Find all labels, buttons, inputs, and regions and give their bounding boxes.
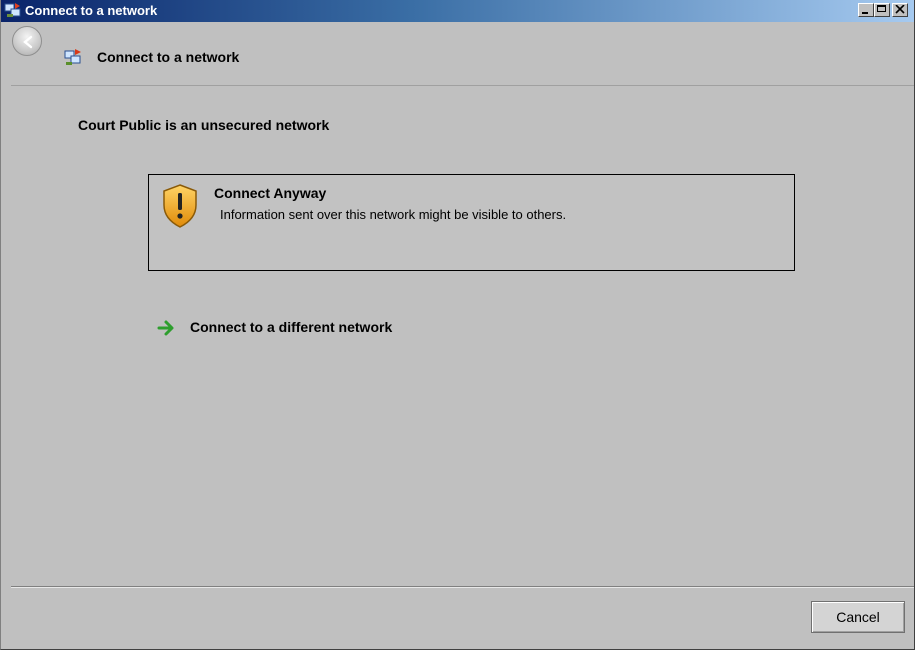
green-arrow-icon xyxy=(157,320,174,336)
maximize-button[interactable] xyxy=(874,3,890,17)
dialog-window: Connect to a network Connect to a networ… xyxy=(0,0,915,650)
title-bar[interactable]: Connect to a network xyxy=(1,0,914,22)
connect-different-network-link[interactable]: Connect to a different network xyxy=(190,319,392,335)
network-status-heading: Court Public is an unsecured network xyxy=(78,117,330,133)
connect-anyway-title[interactable]: Connect Anyway xyxy=(214,185,326,201)
warning-shield-icon xyxy=(163,184,197,228)
close-icon xyxy=(895,5,905,14)
header-divider xyxy=(11,85,914,86)
page-title: Connect to a network xyxy=(97,49,240,65)
footer-divider-highlight xyxy=(11,587,914,588)
minimize-button[interactable] xyxy=(858,3,874,17)
connect-anyway-description: Information sent over this network might… xyxy=(220,207,567,222)
window-title: Connect to a network xyxy=(25,3,158,18)
back-arrow-icon xyxy=(23,35,33,49)
network-connect-icon xyxy=(4,3,21,17)
cancel-button[interactable]: Cancel xyxy=(811,601,905,633)
close-button[interactable] xyxy=(892,3,908,17)
network-icon xyxy=(64,49,81,65)
back-button[interactable] xyxy=(12,26,42,56)
